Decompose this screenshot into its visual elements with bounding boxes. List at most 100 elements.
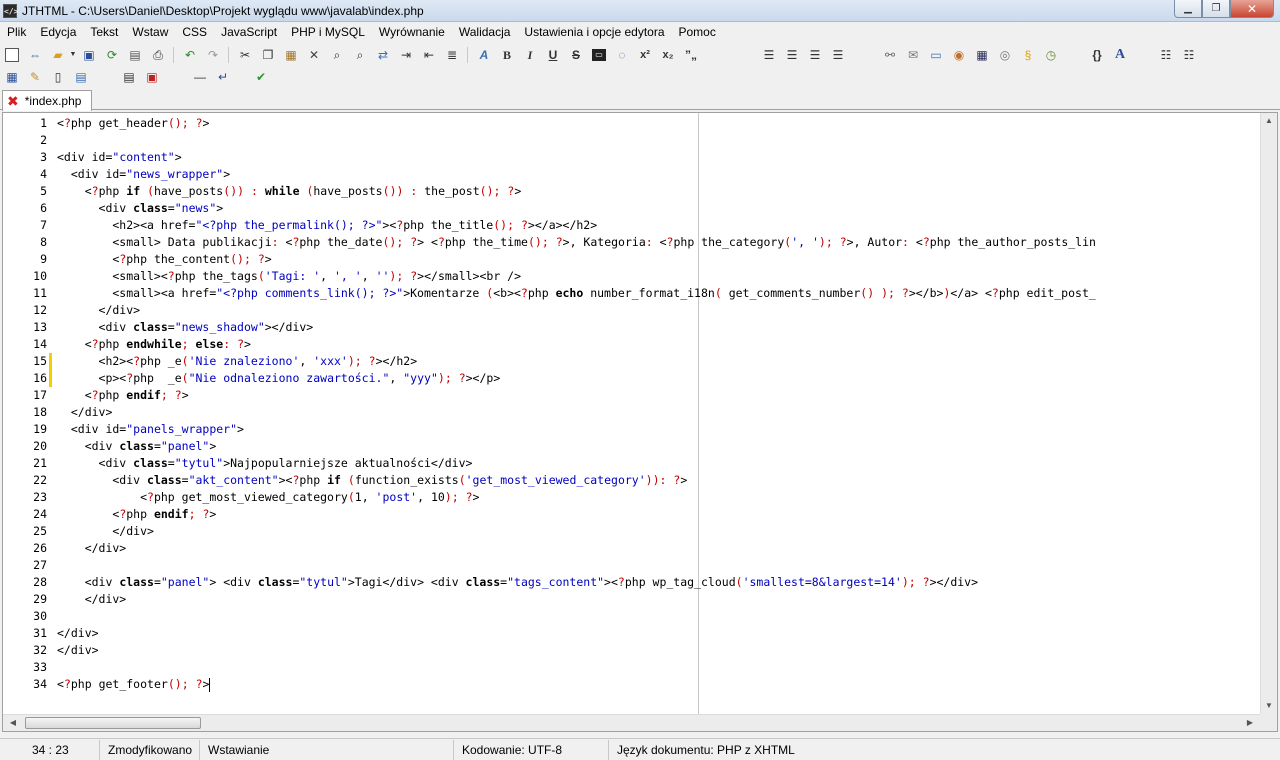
undo-button[interactable]: ↶	[181, 46, 199, 64]
menu-wyrownanie[interactable]: Wyrównanie	[372, 22, 452, 42]
code-line[interactable]: 19 <div id="panels_wrapper">	[3, 421, 1259, 438]
open-dropdown-button[interactable]: ▼	[69, 46, 77, 64]
code-line[interactable]: 21 <div class="tytul">Najpopularniejsze …	[3, 455, 1259, 472]
comment-bubble-button[interactable]: ◌	[613, 46, 631, 64]
vertical-scrollbar[interactable]: ▲ ▼	[1260, 113, 1277, 714]
code-line[interactable]: 25 </div>	[3, 523, 1259, 540]
braces-button[interactable]: {}	[1088, 46, 1106, 64]
code-line[interactable]: 27	[3, 557, 1259, 574]
code-line[interactable]: 7 <h2><a href="<?php the_permalink(); ?>…	[3, 217, 1259, 234]
code-lines[interactable]: 1 <?php get_header(); ?> 2 3 <div id="conten…	[3, 115, 1259, 714]
code-line[interactable]: 32 </div>	[3, 642, 1259, 659]
minimize-button[interactable]: ▁	[1174, 0, 1202, 18]
code-line[interactable]: 1 <?php get_header(); ?>	[3, 115, 1259, 132]
new-file-button[interactable]	[3, 46, 21, 64]
align-right-button[interactable]: ☰	[806, 46, 824, 64]
menu-wstaw[interactable]: Wstaw	[125, 22, 175, 42]
code-line[interactable]: 9 <?php the_content(); ?>	[3, 251, 1259, 268]
menu-edycja[interactable]: Edycja	[33, 22, 83, 42]
italic-button[interactable]: I	[521, 46, 539, 64]
save-button[interactable]: ▣	[80, 46, 98, 64]
table-grid-button[interactable]: ▦	[3, 68, 21, 86]
frame-button[interactable]: ▯	[49, 68, 67, 86]
list-button[interactable]: ▤	[120, 68, 138, 86]
code-line[interactable]: 5 <?php if (have_posts()) : while (have_…	[3, 183, 1259, 200]
close-tab-icon[interactable]: ✖	[7, 94, 19, 108]
code-line[interactable]: 8 <small> Data publikacji: <?php the_dat…	[3, 234, 1259, 251]
align-center-button[interactable]: ☰	[783, 46, 801, 64]
font-color-button[interactable]: A	[475, 46, 493, 64]
subscript-button[interactable]: x₂	[659, 46, 677, 64]
code-line[interactable]: 4 <div id="news_wrapper">	[3, 166, 1259, 183]
code-line[interactable]: 31 </div>	[3, 625, 1259, 642]
code-line[interactable]: 3 <div id="content">	[3, 149, 1259, 166]
close-window-button[interactable]: ✕	[1230, 0, 1274, 18]
quote-button[interactable]: ”„	[682, 46, 700, 64]
scroll-up-icon[interactable]: ▲	[1261, 113, 1277, 129]
menu-plik[interactable]: Plik	[0, 22, 33, 42]
outdent-button[interactable]: ⇤	[420, 46, 438, 64]
menu-ustawienia[interactable]: Ustawienia i opcje edytora	[517, 22, 671, 42]
print-button[interactable]: ⎙	[149, 46, 167, 64]
cut-button[interactable]: ✂	[236, 46, 254, 64]
horizontal-scroll-thumb[interactable]	[25, 717, 201, 729]
email-button[interactable]: ✉	[904, 46, 922, 64]
code-line[interactable]: 10 <small><?php the_tags('Tagi: ', ', ',…	[3, 268, 1259, 285]
align-left-button[interactable]: ☰	[760, 46, 778, 64]
code-line[interactable]: 13 <div class="news_shadow"></div>	[3, 319, 1259, 336]
font-button[interactable]: A	[1111, 46, 1129, 64]
open-html-button[interactable]: ⇔	[26, 46, 44, 64]
numbered-list-button[interactable]: ☷	[1180, 46, 1198, 64]
code-line[interactable]: 26 </div>	[3, 540, 1259, 557]
code-line[interactable]: 20 <div class="panel">	[3, 438, 1259, 455]
code-line[interactable]: 14 <?php endwhile; else: ?>	[3, 336, 1259, 353]
comment-button[interactable]: ≣	[443, 46, 461, 64]
code-line[interactable]: 29 </div>	[3, 591, 1259, 608]
menu-javascript[interactable]: JavaScript	[214, 22, 284, 42]
bold-button[interactable]: B	[498, 46, 516, 64]
horizontal-scrollbar[interactable]: ◀ ▶	[3, 714, 1260, 731]
justify-button[interactable]: ☰	[829, 46, 847, 64]
hr-button[interactable]: —	[191, 68, 209, 86]
palette-button[interactable]: ◉	[950, 46, 968, 64]
code-line[interactable]: 12 </div>	[3, 302, 1259, 319]
find-button[interactable]: ⌕	[328, 46, 346, 64]
refresh-button[interactable]: ▤	[126, 46, 144, 64]
underline-button[interactable]: U	[544, 46, 562, 64]
bullet-list-button[interactable]: ☷	[1157, 46, 1175, 64]
code-line[interactable]: 2	[3, 132, 1259, 149]
code-line[interactable]: 33	[3, 659, 1259, 676]
form-button[interactable]: ▤	[72, 68, 90, 86]
validate-button[interactable]: ▣	[143, 68, 161, 86]
table-button[interactable]: ▦	[973, 46, 991, 64]
menu-css[interactable]: CSS	[175, 22, 214, 42]
plugin-button[interactable]: §	[1019, 46, 1037, 64]
menu-pomoc[interactable]: Pomoc	[672, 22, 723, 42]
code-line[interactable]: 23 <?php get_most_viewed_category(1, 'po…	[3, 489, 1259, 506]
link-button[interactable]: ⚯	[881, 46, 899, 64]
check-button[interactable]: ✔	[252, 68, 270, 86]
code-line[interactable]: 15 <h2><?php _e('Nie znaleziono', 'xxx')…	[3, 353, 1259, 370]
code-editor[interactable]: 1 <?php get_header(); ?> 2 3 <div id="conten…	[2, 112, 1278, 732]
code-line[interactable]: 17 <?php endif; ?>	[3, 387, 1259, 404]
strikethrough-button[interactable]: S	[567, 46, 585, 64]
tab-index-php[interactable]: ✖ *index.php	[2, 90, 92, 111]
edit-table-button[interactable]: ✎	[26, 68, 44, 86]
menu-php-mysql[interactable]: PHP i MySQL	[284, 22, 372, 42]
copy-button[interactable]: ❐	[259, 46, 277, 64]
media-button[interactable]: ◎	[996, 46, 1014, 64]
code-line[interactable]: 6 <div class="news">	[3, 200, 1259, 217]
redo-button[interactable]: ↷	[204, 46, 222, 64]
code-line[interactable]: 11 <small><a href="<?php comments_link()…	[3, 285, 1259, 302]
save-all-button[interactable]: ⟳	[103, 46, 121, 64]
paste-button[interactable]: ▦	[282, 46, 300, 64]
line-break-button[interactable]: ↵	[214, 68, 232, 86]
image-button[interactable]: ▭	[927, 46, 945, 64]
maximize-button[interactable]: ❐	[1202, 0, 1230, 18]
code-line[interactable]: 24 <?php endif; ?>	[3, 506, 1259, 523]
indent-button[interactable]: ⇥	[397, 46, 415, 64]
replace-button[interactable]: ⇄	[374, 46, 392, 64]
code-line[interactable]: 16 <p><?php _e("Nie odnaleziono zawartoś…	[3, 370, 1259, 387]
terminal-button[interactable]: ▭	[590, 46, 608, 64]
scroll-down-icon[interactable]: ▼	[1261, 698, 1277, 714]
